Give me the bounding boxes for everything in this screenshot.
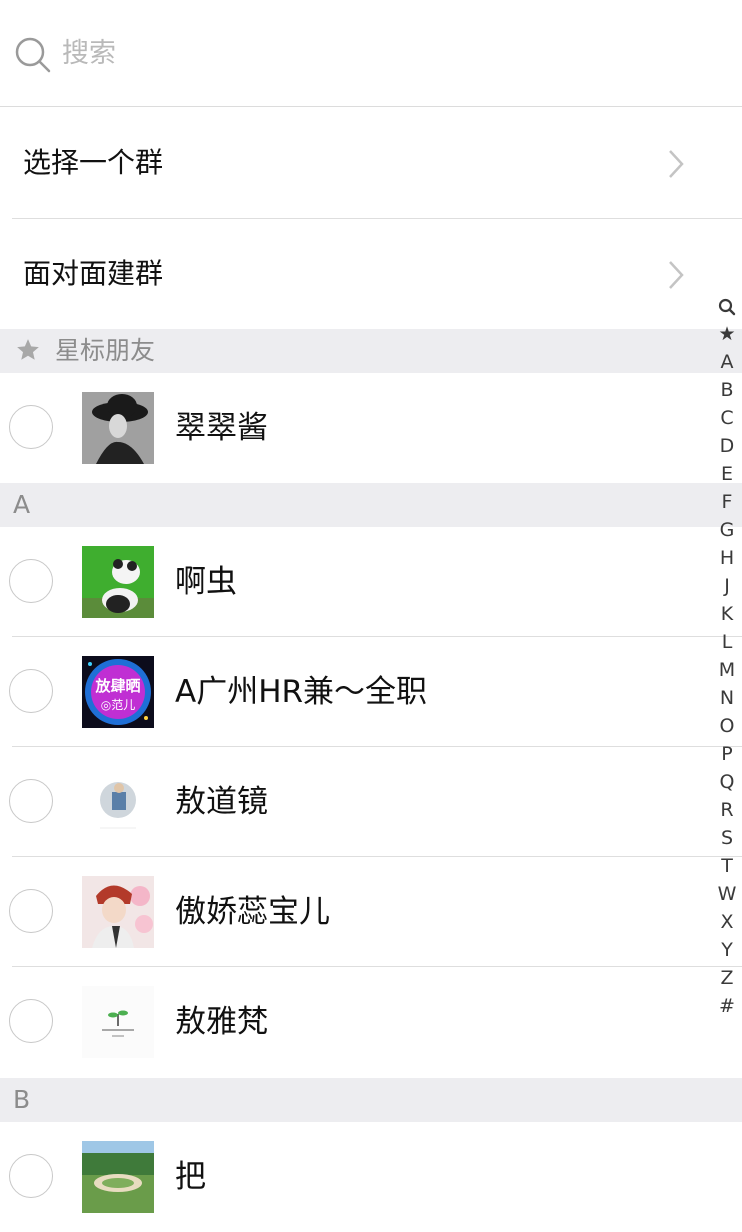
chevron-right-icon xyxy=(669,150,684,178)
index-item[interactable]: E xyxy=(712,460,742,488)
index-item[interactable]: T xyxy=(712,852,742,880)
index-item[interactable]: ★ xyxy=(712,320,742,348)
section-header-starred: 星标朋友 xyxy=(0,329,742,373)
contact-row[interactable]: 翠翠酱 xyxy=(0,373,742,483)
select-checkbox[interactable] xyxy=(9,1154,53,1198)
avatar xyxy=(82,1141,154,1213)
section-header-label: 星标朋友 xyxy=(55,336,156,365)
contact-name: 敖道镜 xyxy=(175,784,268,820)
index-item[interactable]: M xyxy=(712,656,742,684)
search-input[interactable] xyxy=(62,33,662,73)
index-item[interactable]: O xyxy=(712,712,742,740)
select-checkbox[interactable] xyxy=(9,889,53,933)
index-item[interactable]: F xyxy=(712,488,742,516)
index-item[interactable]: L xyxy=(712,628,742,656)
contact-row[interactable]: 傲娇蕊宝儿 xyxy=(0,857,742,967)
index-item[interactable]: K xyxy=(712,600,742,628)
index-item[interactable]: G xyxy=(712,516,742,544)
contact-row[interactable]: 放肆晒 ◎范儿 A广州HR兼～全职 xyxy=(0,637,742,747)
select-group-label: 选择一个群 xyxy=(23,146,164,179)
search-icon xyxy=(15,37,51,73)
chevron-right-icon xyxy=(669,261,684,289)
index-item[interactable]: S xyxy=(712,824,742,852)
index-item[interactable]: D xyxy=(712,432,742,460)
contact-name: 傲娇蕊宝儿 xyxy=(175,894,330,930)
index-item[interactable]: J xyxy=(712,572,742,600)
index-item[interactable]: B xyxy=(712,376,742,404)
face-to-face-label: 面对面建群 xyxy=(23,257,164,290)
section-header-b: B xyxy=(0,1078,742,1122)
select-checkbox[interactable] xyxy=(9,669,53,713)
avatar-text: 放肆晒 xyxy=(94,677,140,695)
avatar xyxy=(82,766,154,838)
select-checkbox[interactable] xyxy=(9,779,53,823)
index-item[interactable]: Q xyxy=(712,768,742,796)
index-item[interactable]: X xyxy=(712,908,742,936)
contact-row[interactable]: 敖道镜 xyxy=(0,747,742,857)
select-checkbox[interactable] xyxy=(9,559,53,603)
index-item[interactable]: A xyxy=(712,348,742,376)
avatar xyxy=(82,392,154,464)
search-bar xyxy=(0,0,742,107)
contact-name: 啊虫 xyxy=(175,564,237,600)
index-item[interactable]: H xyxy=(712,544,742,572)
index-item[interactable]: Z xyxy=(712,964,742,992)
avatar: 放肆晒 ◎范儿 xyxy=(82,656,154,728)
index-item[interactable]: P xyxy=(712,740,742,768)
index-item[interactable]: R xyxy=(712,796,742,824)
contact-name: A广州HR兼～全职 xyxy=(175,674,428,710)
face-to-face-group-row[interactable]: 面对面建群 xyxy=(0,219,742,329)
avatar xyxy=(82,546,154,618)
section-header-label: A xyxy=(13,490,31,519)
avatar-text: ◎范儿 xyxy=(101,698,135,712)
section-header-label: B xyxy=(13,1085,31,1114)
select-group-row[interactable]: 选择一个群 xyxy=(0,108,742,218)
select-checkbox[interactable] xyxy=(9,999,53,1043)
contact-row[interactable]: 啊虫 xyxy=(0,527,742,637)
avatar xyxy=(82,986,154,1058)
index-item[interactable]: Y xyxy=(712,936,742,964)
contact-name: 敖雅梵 xyxy=(175,1004,268,1040)
index-item[interactable]: W xyxy=(712,880,742,908)
avatar xyxy=(82,876,154,948)
index-item[interactable]: N xyxy=(712,684,742,712)
alphabet-index[interactable]: ★ A B C D E F G H J K L M N O P Q R S T … xyxy=(712,292,742,1020)
contact-name: 翠翠酱 xyxy=(175,410,268,446)
section-header-a: A xyxy=(0,483,742,527)
contact-name: 把 xyxy=(175,1159,206,1195)
index-search-icon[interactable] xyxy=(712,292,742,320)
index-item[interactable]: # xyxy=(712,992,742,1020)
contact-row[interactable]: 把 xyxy=(0,1122,742,1232)
star-icon xyxy=(17,339,39,360)
contact-row[interactable]: 敖雅梵 xyxy=(0,967,742,1077)
index-item[interactable]: C xyxy=(712,404,742,432)
select-checkbox[interactable] xyxy=(9,405,53,449)
